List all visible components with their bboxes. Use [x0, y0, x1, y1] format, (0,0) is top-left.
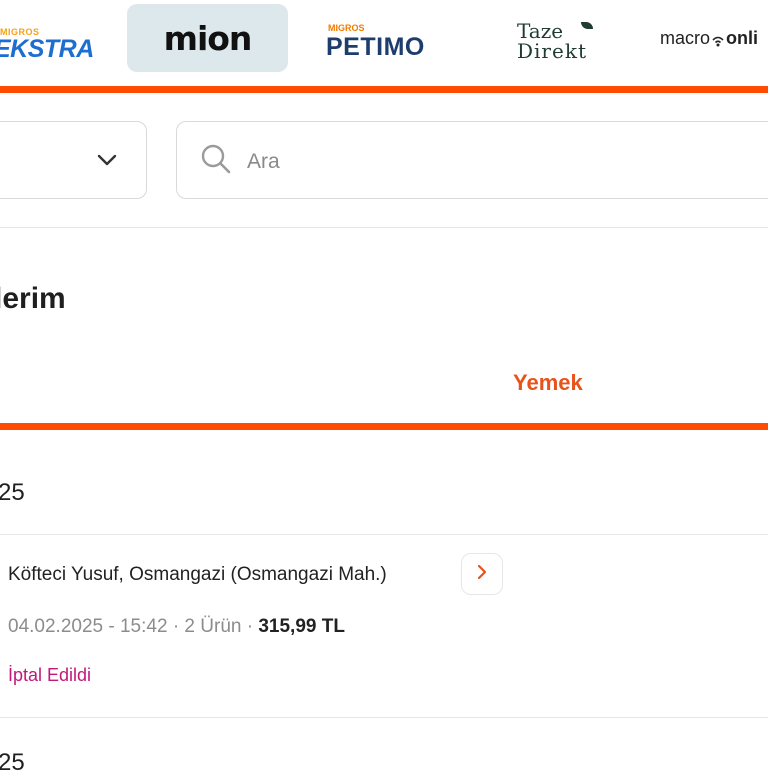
- order-date-heading: 25: [0, 749, 25, 776]
- chevron-right-icon: [475, 563, 489, 586]
- brand-mion[interactable]: mion: [127, 4, 288, 72]
- order-shop-name[interactable]: Köfteci Yusuf, Osmangazi (Osmangazi Mah.…: [8, 564, 387, 586]
- brand-ekstra[interactable]: MIGROS EKSTRA: [0, 4, 100, 72]
- brand-bar: MIGROS EKSTRA mion MIGROS PETIMO Taze Di…: [0, 0, 768, 88]
- order-price: 315,99 TL: [258, 616, 345, 637]
- chevron-down-icon: [97, 150, 117, 175]
- header-accent-line: [0, 86, 768, 93]
- signal-icon: [711, 32, 725, 47]
- page-title: lerim: [0, 282, 66, 315]
- mion-logo: mion: [163, 18, 253, 58]
- macroonline-logo: macro onli: [660, 27, 759, 48]
- order-datetime: 04.02.2025 - 15:42: [8, 616, 168, 637]
- category-selector[interactable]: [0, 121, 147, 199]
- search-input[interactable]: [245, 144, 649, 180]
- search-icon: [199, 142, 233, 181]
- order-meta: 04.02.2025 - 15:42 · 2 Ürün · 315,99 TL: [8, 616, 345, 638]
- search-box[interactable]: [176, 121, 768, 199]
- tab-yemek[interactable]: Yemek: [513, 370, 583, 396]
- brand-petimo[interactable]: MIGROS PETIMO: [318, 4, 444, 72]
- divider: [0, 534, 768, 535]
- order-item-count: 2 Ürün: [184, 616, 242, 637]
- order-date-heading: 25: [0, 479, 25, 506]
- meta-separator: ·: [172, 616, 180, 637]
- divider: [0, 227, 768, 228]
- divider: [0, 717, 768, 718]
- brand-taze-direkt[interactable]: Taze Direkt: [505, 4, 605, 72]
- active-tab-indicator: [0, 423, 768, 430]
- taze-direkt-logo: Taze Direkt: [505, 13, 605, 63]
- order-status: İptal Edildi: [8, 665, 92, 685]
- order-detail-button[interactable]: [461, 553, 503, 595]
- petimo-logo: MIGROS PETIMO: [326, 23, 425, 61]
- brand-macroonline[interactable]: macro onli: [660, 4, 768, 72]
- meta-separator: ·: [246, 616, 254, 637]
- leaf-icon: [581, 22, 593, 29]
- ekstra-logo: MIGROS EKSTRA: [0, 27, 94, 63]
